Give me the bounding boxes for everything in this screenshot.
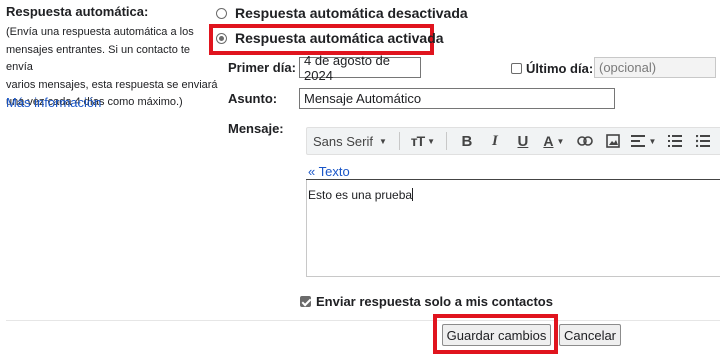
save-changes-button[interactable]: Guardar cambios xyxy=(442,324,551,346)
message-editor[interactable]: Esto es una prueba xyxy=(306,180,720,277)
description-line: (Envía una respuesta automática a los xyxy=(6,26,194,38)
underline-icon: U xyxy=(517,132,529,150)
auto-reply-off-label: Respuesta automática desactivada xyxy=(235,5,468,21)
contacts-only-checkbox[interactable] xyxy=(300,296,311,307)
text-color-icon: A xyxy=(543,133,554,149)
first-day-label: Primer día: xyxy=(228,60,296,75)
toolbar-divider xyxy=(445,132,447,150)
chevron-down-icon: ▼ xyxy=(556,136,565,146)
image-icon xyxy=(606,134,620,148)
font-size-button[interactable]: тT ▼ xyxy=(406,128,440,154)
description-line: mensajes entrantes. Si un contacto te en… xyxy=(6,43,191,74)
message-body-text: Esto es una prueba xyxy=(308,188,413,202)
numbered-list-icon xyxy=(667,135,682,147)
align-button[interactable]: ▼ xyxy=(627,128,661,154)
auto-reply-off-radio[interactable] xyxy=(216,7,227,19)
link-button[interactable] xyxy=(571,128,599,154)
bulleted-list-button[interactable] xyxy=(689,128,717,154)
more-info-link[interactable]: Más información xyxy=(6,95,101,110)
font-family-select[interactable]: Sans Serif ▼ xyxy=(313,128,393,154)
font-size-icon: тT xyxy=(410,133,425,149)
description-line: varios mensajes, esta respuesta se envia… xyxy=(6,78,218,91)
section-title: Respuesta automática: xyxy=(6,4,149,19)
italic-icon: I xyxy=(491,132,498,149)
auto-reply-off-option[interactable]: Respuesta automática desactivada xyxy=(216,5,468,21)
chevron-down-icon: ▼ xyxy=(648,136,657,146)
section-divider xyxy=(6,320,720,321)
auto-reply-on-radio[interactable] xyxy=(216,32,227,44)
text-cursor xyxy=(412,188,414,201)
text-color-button[interactable]: A ▼ xyxy=(537,128,571,154)
last-day-option[interactable]: Último día: xyxy=(511,61,593,76)
message-label: Mensaje: xyxy=(228,121,284,136)
auto-reply-on-option[interactable]: Respuesta automática activada xyxy=(216,30,444,46)
font-family-label: Sans Serif xyxy=(313,133,373,149)
subject-input[interactable]: Mensaje Automático xyxy=(299,88,615,109)
last-day-input[interactable]: (opcional) xyxy=(594,57,716,78)
image-button[interactable] xyxy=(599,128,627,154)
chevron-down-icon: ▼ xyxy=(427,136,436,146)
first-day-input[interactable]: 4 de agosto de 2024 xyxy=(299,53,421,83)
numbered-list-button[interactable] xyxy=(661,128,689,154)
underline-button[interactable]: U xyxy=(509,128,537,154)
bold-icon: B xyxy=(461,132,473,150)
plain-text-mode-link[interactable]: « Texto xyxy=(308,164,350,179)
last-day-checkbox[interactable] xyxy=(511,63,522,74)
editor-toolbar: Sans Serif ▼ тT ▼ B I U A ▼ ▼ xyxy=(306,127,720,155)
link-icon xyxy=(577,136,593,146)
subject-label: Asunto: xyxy=(228,91,278,106)
contacts-only-option[interactable]: Enviar respuesta solo a mis contactos xyxy=(300,294,553,309)
last-day-label: Último día: xyxy=(526,61,594,76)
bulleted-list-icon xyxy=(695,135,710,147)
toolbar-divider xyxy=(398,132,400,150)
contacts-only-label: Enviar respuesta solo a mis contactos xyxy=(316,294,553,309)
chevron-down-icon: ▼ xyxy=(378,136,387,146)
align-icon xyxy=(631,135,646,147)
cancel-button[interactable]: Cancelar xyxy=(559,324,621,346)
italic-button[interactable]: I xyxy=(481,128,509,154)
auto-reply-on-label: Respuesta automática activada xyxy=(235,30,444,46)
bold-button[interactable]: B xyxy=(453,128,481,154)
